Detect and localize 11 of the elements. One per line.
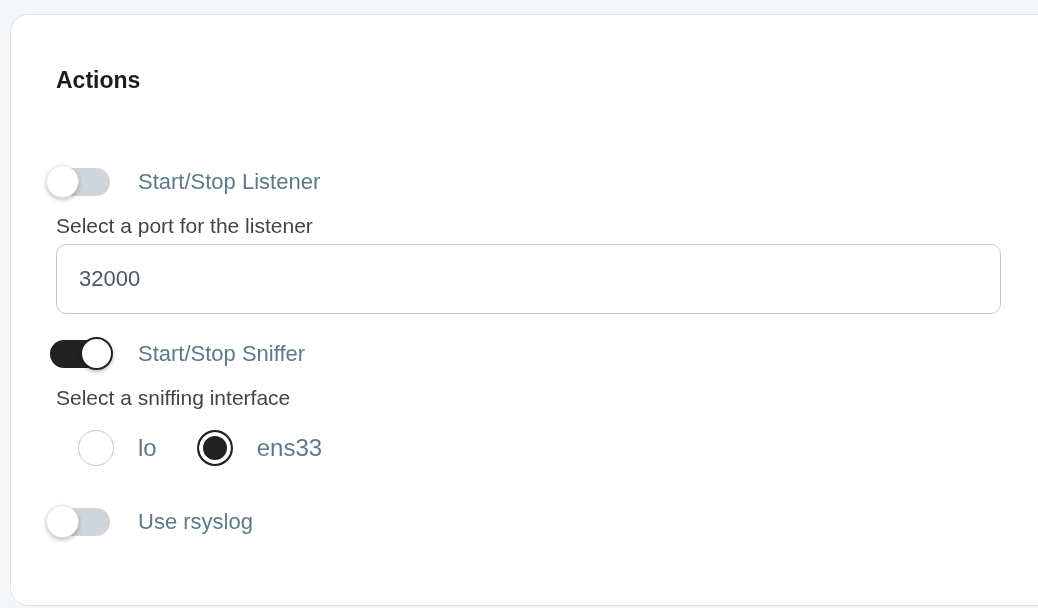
radio-button[interactable] (196, 430, 233, 466)
port-input-field[interactable]: 32000 (56, 244, 1001, 314)
toggle-label: Start/Stop Sniffer (138, 341, 306, 367)
radio-label: lo (138, 434, 157, 462)
toggle-label: Use rsyslog (138, 509, 253, 535)
radio-group-label: Select a sniffing interface (56, 386, 292, 410)
radio-label: ens33 (256, 434, 323, 462)
toggle-label: Start/Stop Listener (138, 169, 321, 195)
field-label: Select a port for the listener (56, 214, 314, 238)
toggle-switch[interactable] (50, 340, 110, 368)
card-title: Actions (56, 67, 142, 94)
